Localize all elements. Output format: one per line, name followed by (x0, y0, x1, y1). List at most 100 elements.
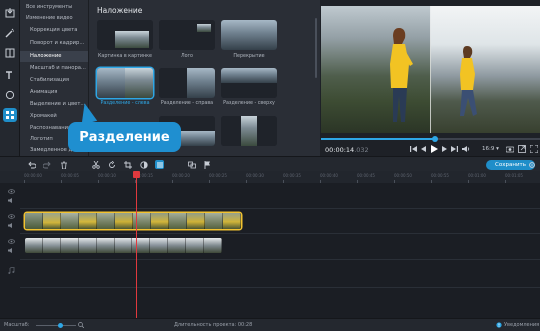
redo-icon[interactable] (42, 160, 51, 169)
track-separator (20, 233, 540, 234)
ruler-tick-label: 00:00:50 (394, 173, 412, 178)
tool-item-label: Поворот и кадрир... (30, 40, 85, 46)
tile-label: Разделение - сверху (223, 101, 275, 106)
tile-split-left[interactable] (97, 68, 153, 98)
snapshot-icon[interactable] (505, 144, 514, 153)
eye-icon[interactable] (8, 213, 15, 220)
timeline-toolbar: Сохранить (0, 156, 540, 171)
ruler-tick-label: 00:00:45 (357, 173, 375, 178)
playhead[interactable] (136, 171, 137, 318)
video-right-half (431, 6, 540, 133)
playback-progress[interactable] (321, 136, 540, 142)
clip-frame (150, 238, 169, 253)
tile-logo[interactable] (159, 20, 215, 50)
settings-icon[interactable] (527, 160, 536, 169)
progress-fill (321, 138, 435, 140)
ruler-tick-label: 00:01:00 (468, 173, 486, 178)
tile-picture-in-picture[interactable] (97, 20, 153, 50)
tile-split-right[interactable] (159, 68, 215, 98)
crop-icon[interactable] (123, 160, 132, 169)
insert-icon[interactable] (187, 160, 196, 169)
tool-item-overlay[interactable]: Наложение (20, 51, 88, 62)
cut-icon[interactable] (91, 160, 100, 169)
video-left-half (321, 6, 431, 133)
tool-item-rotate-crop[interactable]: Поворот и кадрир... (20, 38, 88, 49)
time-main: 00:00:14 (325, 146, 355, 154)
magic-wand-icon[interactable] (3, 26, 17, 40)
detach-icon[interactable] (517, 144, 526, 153)
progress-knob[interactable] (431, 136, 438, 142)
fullscreen-icon[interactable] (529, 144, 538, 153)
more-tools-icon[interactable] (3, 108, 17, 122)
tool-item-color-correction[interactable]: Коррекция цвета (20, 25, 88, 36)
track-controls (0, 263, 20, 283)
flag-icon[interactable] (203, 160, 212, 169)
mute-icon[interactable] (8, 222, 15, 229)
zoom-slider[interactable] (36, 325, 76, 326)
tile-split-top[interactable] (221, 68, 277, 98)
clip-properties-icon[interactable] (155, 160, 164, 169)
stickers-icon[interactable] (3, 88, 17, 102)
tool-item-stabilization[interactable]: Стабилизация (20, 75, 88, 86)
callout-split: Разделение (68, 122, 181, 152)
video-frame[interactable] (321, 6, 540, 133)
tile-overlap[interactable] (221, 20, 277, 50)
color-icon[interactable] (139, 160, 148, 169)
prev-frame-icon[interactable] (419, 144, 428, 153)
tool-item-label: Стабилизация (30, 77, 70, 83)
panel-scrollbar[interactable] (315, 18, 317, 78)
volume-icon[interactable] (461, 144, 470, 153)
tool-item-label: Масштаб и панора... (30, 65, 86, 71)
eye-icon[interactable] (8, 188, 15, 195)
main-video-clip[interactable] (25, 238, 222, 253)
tile-label: Картинка в картинке (98, 54, 152, 59)
ruler-tick-label: 00:01:05 (505, 173, 523, 178)
transitions-icon[interactable] (3, 46, 17, 60)
ruler-tick-label: 00:00:25 (209, 173, 227, 178)
titles-icon[interactable] (3, 68, 17, 82)
hiker-figure (460, 46, 477, 116)
clip-frame (25, 213, 43, 229)
notification-icon[interactable] (496, 322, 502, 328)
delete-icon[interactable] (59, 160, 68, 169)
zoom-slider-knob[interactable] (58, 323, 63, 328)
tile-label: Перекрытие (233, 54, 265, 59)
next-frame-icon[interactable] (439, 144, 448, 153)
panel-title: Наложение (97, 6, 143, 15)
clip-frame (187, 213, 205, 229)
ruler-tick-label: 00:00:35 (283, 173, 301, 178)
overlay-clip[interactable] (25, 213, 241, 229)
tool-rail (0, 0, 20, 156)
tool-item-label: Хромакей (30, 113, 57, 119)
clip-frame (61, 213, 79, 229)
track-separator (20, 287, 540, 288)
skip-start-icon[interactable] (409, 144, 418, 153)
mute-icon[interactable] (8, 197, 15, 204)
tile-split-center[interactable] (221, 116, 277, 146)
play-icon[interactable] (429, 144, 438, 153)
ruler-tick-label: 00:00:55 (431, 173, 449, 178)
undo-icon[interactable] (27, 160, 36, 169)
mute-icon[interactable] (8, 247, 15, 254)
zoom-label: Масштаб: (4, 322, 30, 328)
clip-frame (223, 213, 241, 229)
split-divider (430, 6, 431, 133)
aspect-ratio-select[interactable]: 16:9 ▾ (482, 146, 499, 152)
import-icon[interactable] (3, 6, 17, 20)
zoom-in-icon[interactable] (78, 322, 84, 328)
ruler-tick-label: 00:00:40 (320, 173, 338, 178)
rotate-icon[interactable] (107, 160, 116, 169)
tool-item-zoom-pan[interactable]: Масштаб и панора... (20, 63, 88, 74)
playhead-handle[interactable] (133, 171, 140, 178)
tool-item-animation[interactable]: Анимация (20, 87, 88, 98)
skip-end-icon[interactable] (449, 144, 458, 153)
clip-frame (78, 238, 97, 253)
timeline-ruler[interactable]: 00:00:00 00:00:05 00:00:10 00:00:15 00:00:20… (0, 171, 540, 183)
all-tools-item[interactable]: Все инструменты (20, 2, 88, 13)
tool-group-header[interactable]: Изменение видео (20, 13, 88, 24)
music-icon[interactable] (8, 267, 15, 274)
track-controls (0, 236, 20, 256)
tool-item-label: Коррекция цвета (30, 27, 78, 33)
clip-frame (186, 238, 205, 253)
eye-icon[interactable] (8, 238, 15, 245)
